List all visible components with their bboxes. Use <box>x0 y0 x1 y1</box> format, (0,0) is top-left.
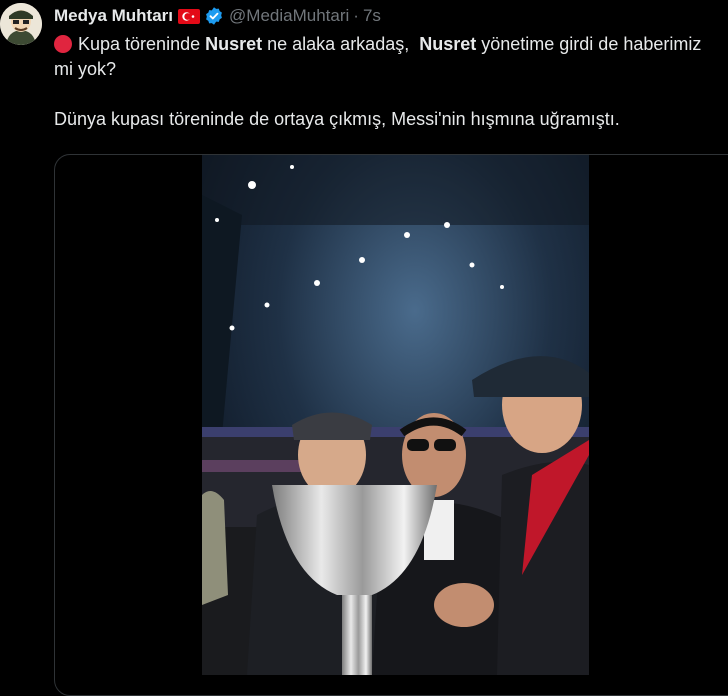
tweet-bold-name: Nusret <box>419 34 477 54</box>
tweet-bold-name: Nusret <box>205 34 263 54</box>
red-circle-icon <box>54 35 72 53</box>
author-handle[interactable]: @MediaMuhtari <box>229 6 349 26</box>
separator-dot: · <box>353 6 359 25</box>
author-name[interactable]: Medya Muhtarı <box>54 6 173 26</box>
tweet-video[interactable] <box>54 154 728 696</box>
timestamp[interactable]: 7s <box>363 6 381 26</box>
tweet-text: Kupa töreninde Nusret ne alaka arkadaş, … <box>54 32 714 132</box>
verified-badge-icon <box>206 7 222 25</box>
tweet-header: Medya Muhtarı @MediaMuhtari · 7s <box>54 5 381 27</box>
avatar[interactable] <box>0 3 42 45</box>
turkey-flag-icon <box>178 8 201 24</box>
tweet-text-segment: Kupa töreninde <box>78 34 206 54</box>
tweet-text-line-2: Dünya kupası töreninde de ortaya çıkmış,… <box>54 109 620 129</box>
video-frame <box>202 155 589 675</box>
tweet-text-segment: ne alaka arkadaş, <box>262 34 420 54</box>
